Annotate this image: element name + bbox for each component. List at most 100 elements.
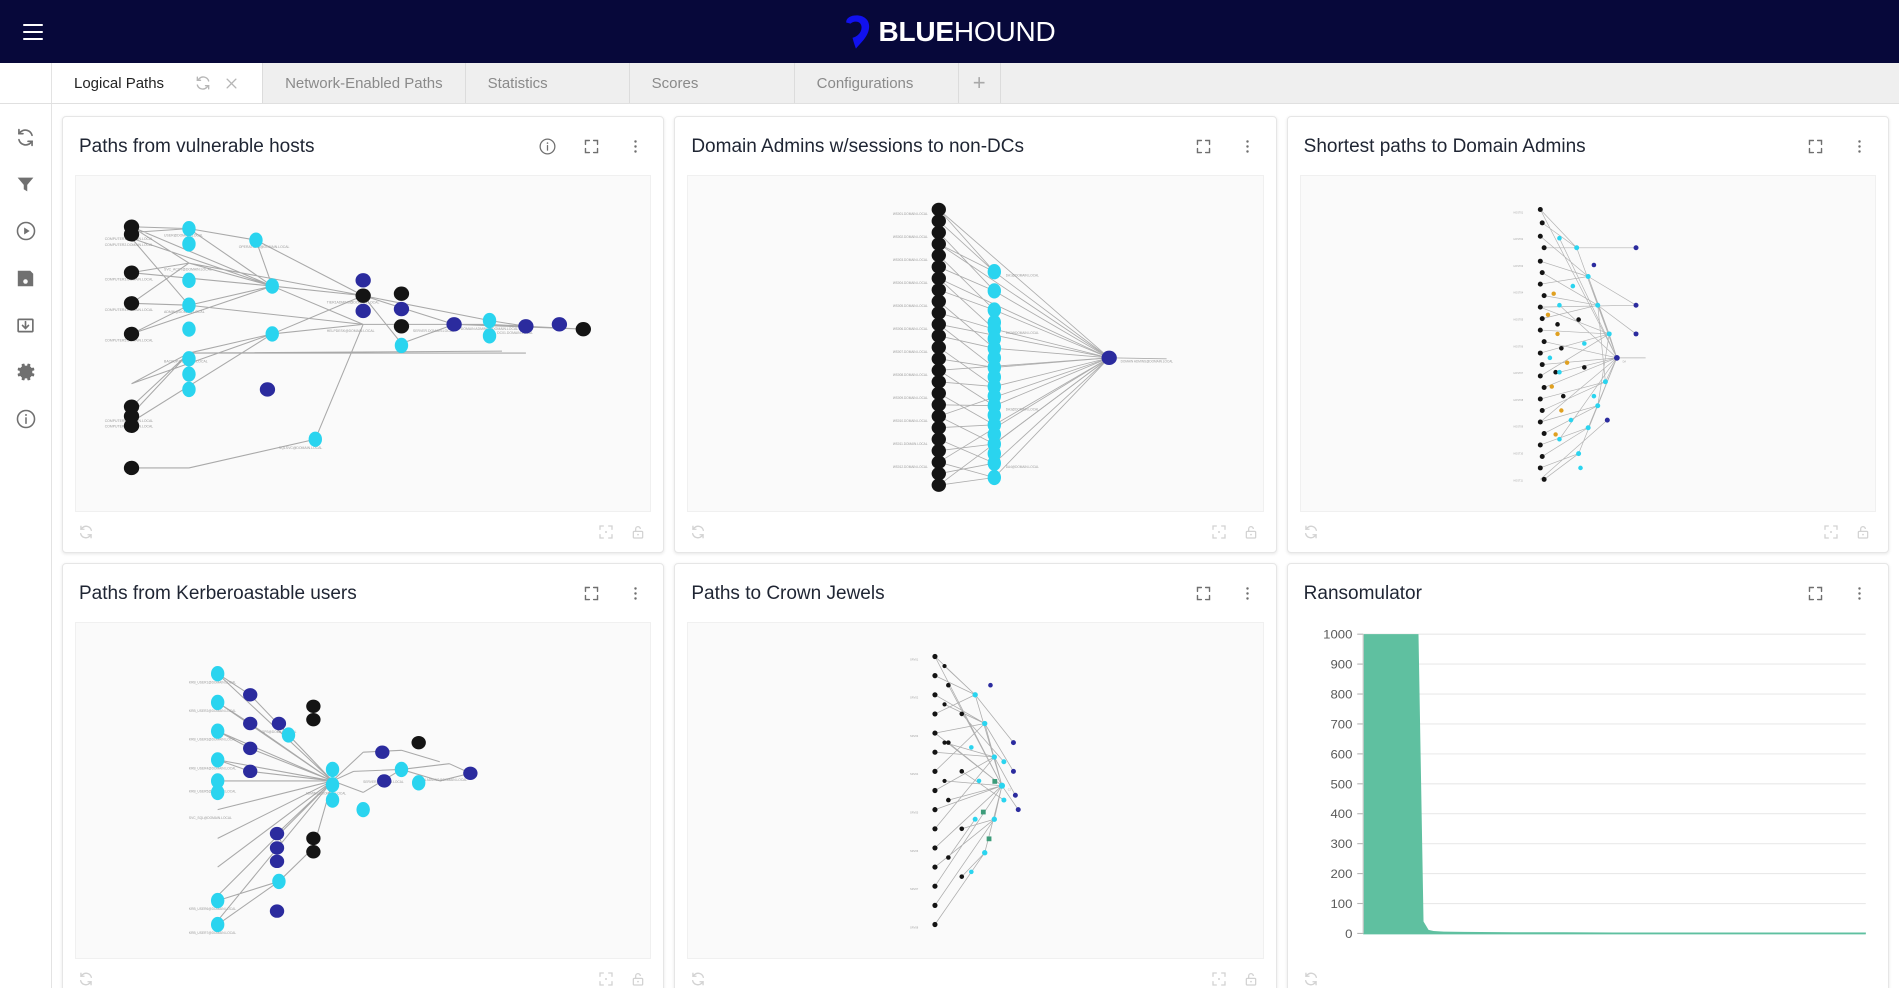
card-footer <box>675 512 1275 552</box>
tab-statistics[interactable]: Statistics <box>465 63 630 103</box>
card-header-actions <box>1194 583 1258 603</box>
graph-canvas[interactable]: KRB_USER1@DOMAIN.LOCAL KRB_USER2@DOMAIN.L… <box>75 622 652 959</box>
refresh-icon[interactable] <box>77 523 95 541</box>
sidebar-item-settings[interactable] <box>13 359 39 385</box>
sidebar-item-save[interactable] <box>13 265 39 291</box>
expand-icon[interactable] <box>1194 583 1214 603</box>
attack-path-graph[interactable]: KRB_USER1@DOMAIN.LOCAL KRB_USER2@DOMAIN.L… <box>76 623 650 958</box>
expand-icon[interactable] <box>581 583 601 603</box>
refresh-icon[interactable] <box>689 970 707 988</box>
expand-icon[interactable] <box>1806 583 1826 603</box>
svg-text:KRB_USER2@DOMAIN.LOCAL: KRB_USER2@DOMAIN.LOCAL <box>189 709 236 713</box>
more-vertical-icon[interactable] <box>625 583 645 603</box>
unlock-icon[interactable] <box>629 523 647 541</box>
filter-icon <box>17 177 34 191</box>
y-axis-tick-label: 300 <box>1330 837 1352 851</box>
svg-text:HOST02: HOST02 <box>1513 238 1523 241</box>
tab-logical-paths[interactable]: Logical Paths <box>52 63 264 103</box>
attack-path-graph[interactable]: WS001.DOMAIN.LOCAL WS002.DOMAIN.LOCAL WS0… <box>688 176 1262 511</box>
unlock-icon[interactable] <box>629 970 647 988</box>
more-vertical-icon[interactable] <box>1850 583 1870 603</box>
tab-network-enabled-paths[interactable]: Network-Enabled Paths <box>263 63 466 103</box>
brand-primary-text: BLUE <box>878 15 954 47</box>
tab-close-icon[interactable] <box>222 74 240 92</box>
graph-canvas[interactable]: WS001.DOMAIN.LOCAL WS002.DOMAIN.LOCAL WS0… <box>687 175 1264 512</box>
svg-text:WS003.DOMAIN.LOCAL: WS003.DOMAIN.LOCAL <box>893 258 928 262</box>
card-title: Paths from vulnerable hosts <box>79 136 315 156</box>
tab-scores[interactable]: Scores <box>629 63 795 103</box>
refresh-icon[interactable] <box>77 970 95 988</box>
refresh-icon[interactable] <box>689 523 707 541</box>
svg-text:WS010.DOMAIN.LOCAL: WS010.DOMAIN.LOCAL <box>893 419 928 423</box>
more-vertical-icon[interactable] <box>1238 583 1258 603</box>
svg-text:HOST05: HOST05 <box>1513 319 1523 322</box>
tab-label: Statistics <box>487 74 548 92</box>
tab-label: Network-Enabled Paths <box>285 74 443 92</box>
more-vertical-icon[interactable] <box>1850 136 1870 156</box>
svg-text:COMPUTER2.DOMAIN.LOCAL: COMPUTER2.DOMAIN.LOCAL <box>105 243 154 247</box>
expand-icon[interactable] <box>1194 136 1214 156</box>
sidebar-item-import[interactable] <box>13 312 39 338</box>
svg-text:SVC_SQL@DOMAIN.LOCAL: SVC_SQL@DOMAIN.LOCAL <box>189 816 232 820</box>
graph-canvas[interactable]: COMPUTER1.DOMAIN.LOCALCOMPUTER2.DOMAIN.L… <box>75 175 652 512</box>
svg-text:DA4@DOMAIN.LOCAL: DA4@DOMAIN.LOCAL <box>1006 465 1039 469</box>
sidebar-item-filter[interactable] <box>13 171 39 197</box>
app-body: Paths from vulnerable hosts COMPUTER2.DO… <box>0 104 1899 988</box>
refresh-icon[interactable] <box>1302 970 1320 988</box>
svg-text:HOST11: HOST11 <box>1513 479 1523 482</box>
svg-text:HOST09: HOST09 <box>1513 426 1523 429</box>
area-chart-svg[interactable]: 10009008007006005004003002001000 <box>1301 623 1875 958</box>
ransomulator-chart[interactable]: 1000 900 800 700 600 500 400 300 200 100 0 <box>1301 623 1875 958</box>
svg-text:TIER1ADMINS@DOMAIN.LOCAL: TIER1ADMINS@DOMAIN.LOCAL <box>327 300 380 304</box>
card-footer <box>675 959 1275 988</box>
info-circle-icon[interactable] <box>537 136 557 156</box>
tab-configurations[interactable]: Configurations <box>794 63 959 103</box>
fit-to-screen-icon[interactable] <box>1822 523 1840 541</box>
fit-to-screen-icon[interactable] <box>1210 523 1228 541</box>
graph-canvas[interactable]: HOST01 HOST02 HOST03 HOST04 HOST05 HOST06 HO… <box>1299 175 1876 512</box>
svg-text:KRB_USER1@DOMAIN.LOCAL: KRB_USER1@DOMAIN.LOCAL <box>189 680 236 684</box>
sidebar-item-run[interactable] <box>13 218 39 244</box>
svg-text:DA1@DOMAIN.LOCAL: DA1@DOMAIN.LOCAL <box>1006 273 1039 277</box>
card-header: Domain Admins w/sessions to non-DCs <box>675 117 1275 175</box>
card-footer <box>63 959 663 988</box>
card-header-actions <box>1806 583 1870 603</box>
attack-path-graph[interactable]: SRV01 SRV02 SRV03 SRV04 SRV05 SRV06 SRV07 SRV… <box>688 623 1262 958</box>
hamburger-menu-icon[interactable] <box>16 15 50 49</box>
unlock-icon[interactable] <box>1854 523 1872 541</box>
unlock-icon[interactable] <box>1242 970 1260 988</box>
y-axis-tick-label: 100 <box>1330 896 1352 910</box>
attack-path-graph[interactable]: COMPUTER1.DOMAIN.LOCALCOMPUTER2.DOMAIN.L… <box>76 176 650 511</box>
unlock-icon[interactable] <box>1242 523 1260 541</box>
tab-refresh-icon[interactable] <box>194 74 212 92</box>
card-header: Ransomulator <box>1288 564 1888 622</box>
save-floppy-icon <box>17 270 34 286</box>
y-axis-tick-label: 400 <box>1330 807 1352 821</box>
svg-text:USER@DOMAIN.LOCAL: USER@DOMAIN.LOCAL <box>164 233 203 237</box>
card-header-actions <box>537 136 645 156</box>
graph-canvas[interactable]: SRV01 SRV02 SRV03 SRV04 SRV05 SRV06 SRV07 SRV… <box>687 622 1264 959</box>
svg-text:DA2@DOMAIN.LOCAL: DA2@DOMAIN.LOCAL <box>1006 331 1039 335</box>
svg-text:SRV07: SRV07 <box>910 887 919 891</box>
attack-path-graph[interactable]: HOST01 HOST02 HOST03 HOST04 HOST05 HOST06 HO… <box>1301 176 1875 511</box>
sidebar-item-about[interactable] <box>13 406 39 432</box>
svg-text:KRB_USER6@DOMAIN.LOCAL: KRB_USER6@DOMAIN.LOCAL <box>189 907 236 911</box>
more-vertical-icon[interactable] <box>625 136 645 156</box>
expand-icon[interactable] <box>581 136 601 156</box>
refresh-icon[interactable] <box>1302 523 1320 541</box>
sidebar-item-refresh[interactable] <box>13 124 39 150</box>
card-footer-right <box>1822 523 1872 541</box>
add-tab-button[interactable]: + <box>958 63 1001 103</box>
y-axis-tick-label: 0 <box>1345 926 1352 940</box>
fit-to-screen-icon[interactable] <box>1210 970 1228 988</box>
fit-to-screen-icon[interactable] <box>597 523 615 541</box>
chart-canvas[interactable]: 1000 900 800 700 600 500 400 300 200 100 0 <box>1299 622 1876 959</box>
y-axis-tick-label: 1000 <box>1323 627 1352 641</box>
svg-text:HOST03: HOST03 <box>1513 265 1523 268</box>
sync-refresh-icon <box>18 128 33 146</box>
fit-to-screen-icon[interactable] <box>597 970 615 988</box>
y-axis-tick-label: 700 <box>1330 717 1352 731</box>
top-bar: BLUEHOUND <box>0 0 1899 63</box>
expand-icon[interactable] <box>1806 136 1826 156</box>
more-vertical-icon[interactable] <box>1238 136 1258 156</box>
